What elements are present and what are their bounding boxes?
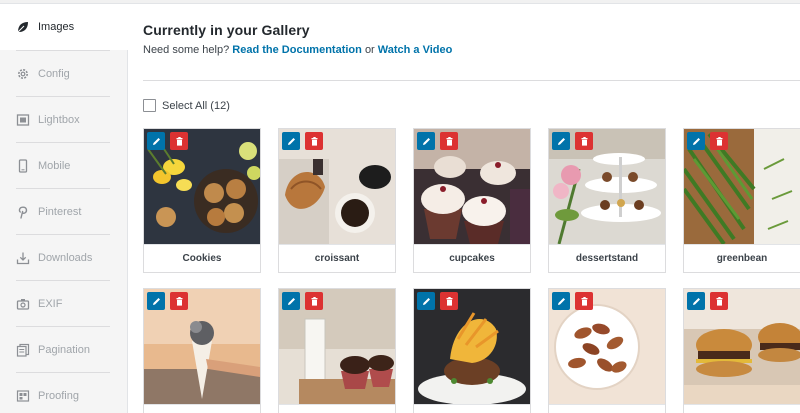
pencil-icon	[287, 297, 295, 305]
delete-button[interactable]	[575, 132, 593, 150]
delete-button[interactable]	[710, 132, 728, 150]
pencil-icon	[152, 297, 160, 305]
pencil-icon	[557, 297, 565, 305]
leaf-icon	[16, 20, 30, 34]
select-all[interactable]: Select All (12)	[143, 99, 230, 112]
sidebar-item-proofing[interactable]: Proofing	[0, 373, 128, 413]
sidebar-item-pinterest[interactable]: Pinterest	[0, 189, 128, 235]
gear-icon	[16, 67, 30, 81]
video-link[interactable]: Watch a Video	[378, 44, 453, 56]
sidebar-item-config[interactable]: Config	[0, 51, 128, 97]
gallery-item[interactable]	[548, 288, 666, 413]
sidebar-item-label: Downloads	[38, 252, 93, 264]
image-caption	[414, 404, 530, 413]
pencil-icon	[422, 137, 430, 145]
image-caption: greenbean	[684, 244, 800, 272]
gallery-item[interactable]: greenbean	[683, 128, 800, 273]
edit-button[interactable]	[282, 292, 300, 310]
pencil-icon	[557, 137, 565, 145]
gallery-item[interactable]	[413, 288, 531, 413]
delete-button[interactable]	[440, 292, 458, 310]
gallery-item[interactable]	[143, 288, 261, 413]
trash-icon	[716, 296, 722, 306]
trash-icon	[581, 296, 587, 306]
sidebar-item-label: Images	[38, 21, 75, 33]
trash-icon	[311, 136, 317, 146]
edit-button[interactable]	[552, 132, 570, 150]
edit-button[interactable]	[147, 292, 165, 310]
trash-icon	[581, 136, 587, 146]
gallery-item[interactable]: dessertstand	[548, 128, 666, 273]
trash-icon	[446, 296, 452, 306]
edit-button[interactable]	[687, 132, 705, 150]
help-or: or	[364, 44, 375, 56]
sidebar-item-lightbox[interactable]: Lightbox	[0, 97, 128, 143]
delete-button[interactable]	[305, 132, 323, 150]
sidebar-item-label: Config	[38, 68, 70, 80]
pencil-icon	[152, 137, 160, 145]
sidebar-item-mobile[interactable]: Mobile	[0, 143, 128, 189]
delete-button[interactable]	[440, 132, 458, 150]
sidebar-item-label: EXIF	[38, 298, 63, 310]
sidebar-item-downloads[interactable]: Downloads	[0, 235, 128, 281]
image-caption: dessertstand	[549, 244, 665, 272]
select-all-label: Select All (12)	[162, 99, 230, 112]
image-caption: cupcakes	[414, 244, 530, 272]
sidebar-item-label: Pinterest	[38, 206, 82, 218]
edit-button[interactable]	[552, 292, 570, 310]
mobile-icon	[16, 159, 30, 173]
sidebar-item-pagination[interactable]: Pagination	[0, 327, 128, 373]
edit-button[interactable]	[417, 292, 435, 310]
edit-button[interactable]	[282, 132, 300, 150]
delete-button[interactable]	[575, 292, 593, 310]
pencil-icon	[422, 297, 430, 305]
sidebar-item-label: Mobile	[38, 160, 71, 172]
delete-button[interactable]	[170, 292, 188, 310]
trash-icon	[176, 296, 182, 306]
image-caption	[144, 404, 260, 413]
pagination-icon	[16, 343, 30, 357]
delete-button[interactable]	[305, 292, 323, 310]
divider	[143, 80, 800, 81]
trash-icon	[446, 136, 452, 146]
pencil-icon	[692, 137, 700, 145]
gallery-item[interactable]	[683, 288, 800, 413]
settings-sidebar: Images Config Lightbox Mobile Pinterest …	[0, 4, 129, 413]
camera-icon	[16, 297, 30, 311]
trash-icon	[176, 136, 182, 146]
delete-button[interactable]	[170, 132, 188, 150]
gallery-panel: Currently in your Gallery Need some help…	[129, 4, 800, 413]
image-caption	[549, 404, 665, 413]
proofing-icon	[16, 389, 30, 403]
help-text: Need some help? Read the Documentation o…	[143, 44, 452, 56]
sidebar-item-label: Proofing	[38, 390, 79, 402]
sidebar-item-exif[interactable]: EXIF	[0, 281, 128, 327]
gallery-item[interactable]: cupcakes	[413, 128, 531, 273]
delete-button[interactable]	[710, 292, 728, 310]
edit-button[interactable]	[147, 132, 165, 150]
image-caption	[279, 404, 395, 413]
pencil-icon	[692, 297, 700, 305]
edit-button[interactable]	[687, 292, 705, 310]
documentation-link[interactable]: Read the Documentation	[232, 44, 362, 56]
pinterest-icon	[16, 205, 30, 219]
sidebar-item-label: Lightbox	[38, 114, 80, 126]
trash-icon	[716, 136, 722, 146]
download-icon	[16, 251, 30, 265]
image-caption: croissant	[279, 244, 395, 272]
lightbox-icon	[16, 113, 30, 127]
image-caption: Cookies	[144, 244, 260, 272]
select-all-checkbox[interactable]	[143, 99, 156, 112]
sidebar-item-label: Pagination	[38, 344, 90, 356]
edit-button[interactable]	[417, 132, 435, 150]
image-caption	[684, 404, 800, 413]
gallery-item[interactable]	[278, 288, 396, 413]
page-title: Currently in your Gallery	[143, 22, 310, 38]
sidebar-item-images[interactable]: Images	[0, 4, 129, 50]
pencil-icon	[287, 137, 295, 145]
trash-icon	[311, 296, 317, 306]
help-prefix: Need some help?	[143, 44, 230, 56]
gallery-item[interactable]: Cookies	[143, 128, 261, 273]
gallery-item[interactable]: croissant	[278, 128, 396, 273]
